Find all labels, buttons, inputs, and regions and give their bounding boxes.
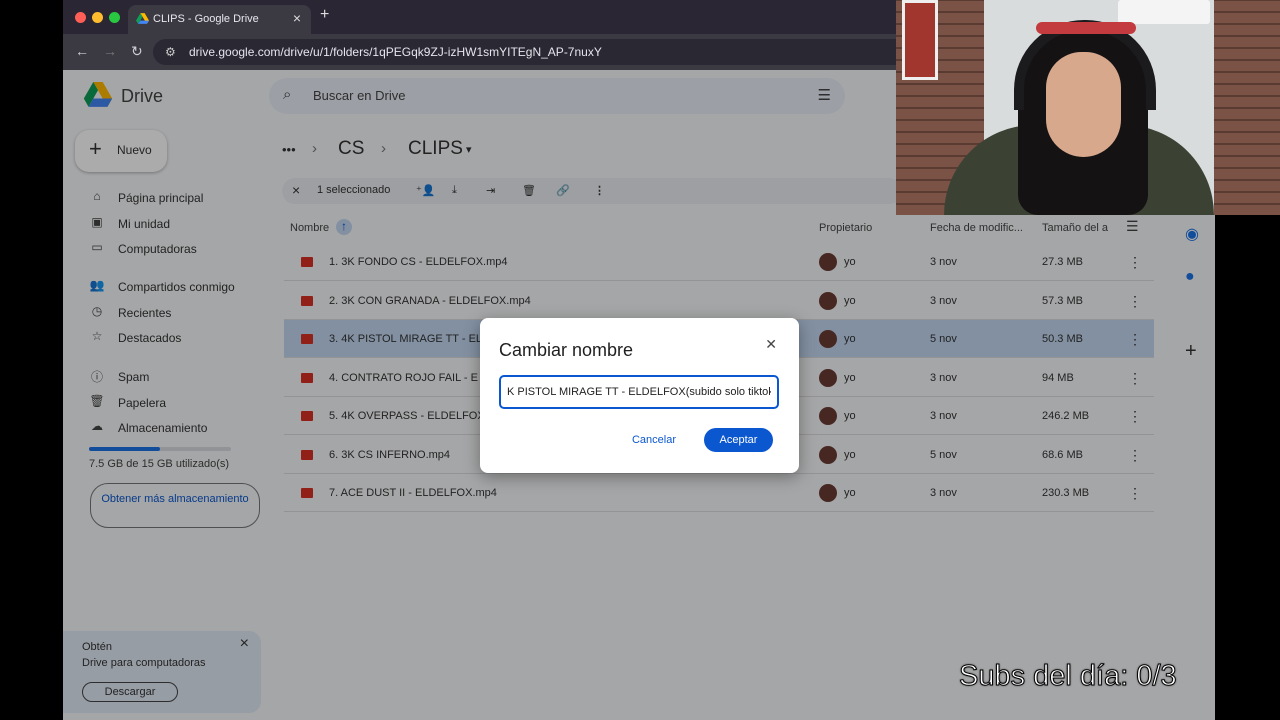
headphones-band	[1036, 22, 1136, 34]
cancel-button[interactable]: Cancelar	[621, 428, 687, 452]
maximize-window-button[interactable]	[109, 12, 120, 23]
video-frame: CLIPS - Google Drive × + ← → ↻ ⚙ drive.g…	[0, 0, 1280, 720]
drive-favicon-icon	[136, 13, 149, 24]
subs-counter: Subs del día: 0/3	[959, 660, 1178, 693]
rename-input[interactable]	[499, 375, 779, 409]
new-tab-icon[interactable]: +	[320, 6, 329, 24]
browser-tab[interactable]: CLIPS - Google Drive ×	[128, 5, 311, 34]
minimize-window-button[interactable]	[92, 12, 103, 23]
dialog-title: Cambiar nombre	[499, 340, 634, 360]
tab-title: CLIPS - Google Drive	[153, 13, 259, 25]
air-conditioner	[1118, 0, 1210, 24]
rename-dialog: Cambiar nombre ✕ Cancelar Aceptar	[480, 318, 799, 473]
wall-poster	[902, 0, 938, 80]
forward-icon[interactable]: →	[103, 43, 117, 59]
site-info-icon[interactable]: ⚙	[165, 45, 176, 59]
close-icon[interactable]: ✕	[765, 336, 777, 353]
accept-button[interactable]: Aceptar	[704, 428, 773, 452]
back-icon[interactable]: ←	[75, 43, 89, 59]
reload-icon[interactable]: ↻	[131, 43, 143, 60]
webcam-overlay	[896, 0, 1280, 215]
close-tab-icon[interactable]: ×	[293, 10, 301, 26]
url-text: drive.google.com/drive/u/1/folders/1qPEG…	[189, 45, 602, 59]
close-window-button[interactable]	[75, 12, 86, 23]
url-field[interactable]: ⚙ drive.google.com/drive/u/1/folders/1qP…	[153, 39, 973, 65]
